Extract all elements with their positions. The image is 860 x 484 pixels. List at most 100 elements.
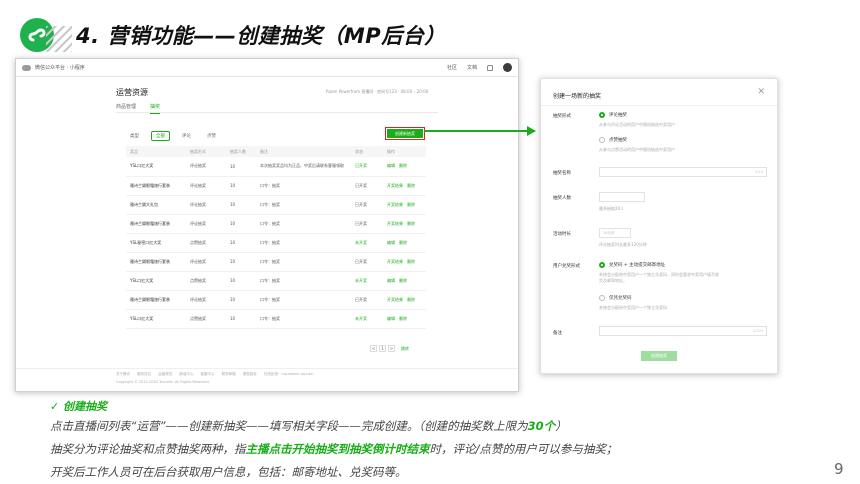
line1-text-a: 点击直播间列表“运营”——创建新抽奖——填写相关字段——完成创建。（创建的抽奖数… [50,419,528,433]
page-1-button[interactable]: 1 [379,345,386,352]
opt-comment-hint: 从参与评论活动的用户中随机抽选中奖用户 [599,122,675,127]
row-delete-link[interactable]: 删除 [399,316,407,321]
count-cell: 10 [226,157,256,177]
row-delete-link[interactable]: 删除 [407,259,415,264]
redeem-label: 用户兑奖形式 [553,264,580,269]
footer-link[interactable]: 服务协议 [137,372,151,376]
radio-redeem-code[interactable] [599,295,605,301]
filter-all[interactable]: 全部 [151,131,170,141]
tab-divider [116,112,438,113]
table-row: YSL口红大奖 点赞抽奖 10 口令：抽奖 未开奖 编辑 删除 [126,309,426,329]
status-badge: 已开奖 [351,252,383,272]
paragraph-line-1: 点击直播间列表“运营”——创建新抽奖——填写相关字段——完成创建。（创建的抽奖数… [50,418,567,434]
line1-text-b: ） [555,419,567,433]
next-page-button[interactable]: > [388,345,395,352]
form-cell: 评论抽奖 [186,252,226,272]
mp-admin-screenshot: 微信公众平台 · 小程序 社区 文档 运营资源 Room Powerfrom 直… [15,58,519,392]
section-title: ✓ 创建抽奖 [50,400,108,413]
row-action-primary[interactable]: 开奖结果 [387,183,403,188]
wechat-icon [22,64,31,71]
prize-cell: YSL口红大奖 [126,157,186,177]
opt-like-lottery[interactable]: 点赞抽奖 [609,137,627,143]
status-badge: 已开奖 [351,290,383,310]
radio-like-lottery[interactable] [599,137,605,143]
paragraph-line-2: 抽奖分为评论抽奖和点赞抽奖两种，指主播点击开始抽奖到抽奖倒计时结束时，评论/点赞… [50,441,617,457]
radio-comment-lottery[interactable] [599,112,605,118]
filter-like[interactable]: 点赞 [203,132,220,140]
row-action-primary[interactable]: 编辑 [387,278,395,283]
row-action-primary[interactable]: 开奖结果 [387,221,403,226]
row-action-primary[interactable]: 开奖结果 [387,202,403,207]
status-badge: 未开奖 [351,309,383,329]
note-cell: 口令：抽奖 [256,271,351,291]
paragraph-line-3: 开奖后工作人员可在后台获取用户信息，包括：邮寄地址、兑奖码等。 [50,465,407,479]
row-action-primary[interactable]: 开奖结果 [387,259,403,264]
row-action-primary[interactable]: 编辑 [387,240,395,245]
platform-brand[interactable]: 微信公众平台 · 小程序 [35,64,85,71]
radio-redeem-address[interactable] [599,262,605,268]
prize-cell: 雅诗兰黛眼霜旅行套装 [126,214,186,234]
close-icon[interactable]: ✕ [757,87,765,97]
prev-page-button[interactable]: < [370,345,377,352]
form-cell: 点赞抽奖 [186,233,226,253]
form-cell: 评论抽奖 [186,195,226,215]
row-delete-link[interactable]: 删除 [407,297,415,302]
table-row: 雅诗兰黛眼霜旅行套装 评论抽奖 10 口令：抽奖 已开奖 开奖结果 删除 [126,214,426,234]
docs-link[interactable]: 文档 [467,64,477,71]
community-link[interactable]: 社区 [447,64,457,71]
name-label: 抽奖名称 [553,171,571,176]
winner-count-input[interactable] [599,192,645,202]
row-delete-link[interactable]: 删除 [407,202,415,207]
row-action-primary[interactable]: 编辑 [387,316,395,321]
footer-link[interactable]: 联系邮箱 [222,372,236,376]
footer-links: 关于腾讯 服务协议 运营规范 辟谣中心 客服中心 联系邮箱 侵权投诉 在线反馈：… [116,372,320,377]
row-delete-link[interactable]: 删除 [407,221,415,226]
status-badge: 已开奖 [351,157,383,177]
row-action-primary[interactable]: 开奖结果 [387,297,403,302]
table-row: 雅诗兰黛眼霜旅行套装 评论抽奖 10 口令：抽奖 已开奖 开奖结果 删除 [126,252,426,272]
create-lottery-button[interactable]: 创建新抽奖 [387,129,423,138]
actions-cell: 开奖结果 删除 [383,252,426,272]
note-input[interactable]: 0/120 [599,326,767,336]
footer-link[interactable]: 客服中心 [201,372,215,376]
actions-cell: 开奖结果 删除 [383,195,426,215]
lottery-name-input[interactable]: 0/16 [599,167,767,177]
status-badge: 已开奖 [351,214,383,234]
table-header: 奖品 抽奖形式 抽奖人数 备注 状态 操作 [126,146,426,157]
status-badge: 已开奖 [351,176,383,196]
prize-cell: 雅诗兰黛大礼包 [126,195,186,215]
actions-cell: 编辑 删除 [383,157,426,177]
filter-comment[interactable]: 评论 [178,132,195,140]
count-cell: 10 [226,309,256,329]
row-delete-link[interactable]: 删除 [399,278,407,283]
count-hint: 最多抽取20人 [599,206,625,211]
note-cell: 口令：抽奖 [256,290,351,310]
footer-link[interactable]: 运营规范 [158,372,172,376]
opt-redeem-address[interactable]: 兑奖码 + 主动提交邮寄地址 [609,262,665,268]
footer-link[interactable]: 关于腾讯 [116,372,130,376]
footer-link[interactable]: 侵权投诉 [243,372,257,376]
status-badge: 未开奖 [351,233,383,253]
form-cell: 评论抽奖 [186,290,226,310]
actions-cell: 编辑 删除 [383,271,426,291]
count-cell: 10 [226,214,256,234]
duration-input[interactable]: 10分钟 [599,228,631,238]
form-cell: 评论抽奖 [186,214,226,234]
opt-comment-lottery[interactable]: 评论抽奖 [609,112,627,118]
row-delete-link[interactable]: 删除 [399,163,407,168]
footer-link[interactable]: 在线反馈：mp.weixin.qq.com [264,372,314,376]
avatar[interactable] [503,63,512,72]
note-cell: 口令：抽奖 [256,195,351,215]
row-action-primary[interactable]: 编辑 [387,163,395,168]
duration-placeholder: 10分钟 [603,230,615,235]
submit-lottery-button[interactable]: 创建抽奖 [641,351,677,361]
jump-button[interactable]: 跳转 [401,345,409,352]
count-cell: 10 [226,195,256,215]
line1-limit: 30个 [527,419,556,433]
row-delete-link[interactable]: 删除 [407,183,415,188]
row-delete-link[interactable]: 删除 [399,240,407,245]
bell-icon[interactable] [487,64,493,71]
opt-redeem-code[interactable]: 仅凭兑奖码 [609,295,632,301]
table-row: YSL口红大奖 点赞抽奖 10 口令：抽奖 未开奖 编辑 删除 [126,271,426,291]
footer-link[interactable]: 辟谣中心 [179,372,193,376]
